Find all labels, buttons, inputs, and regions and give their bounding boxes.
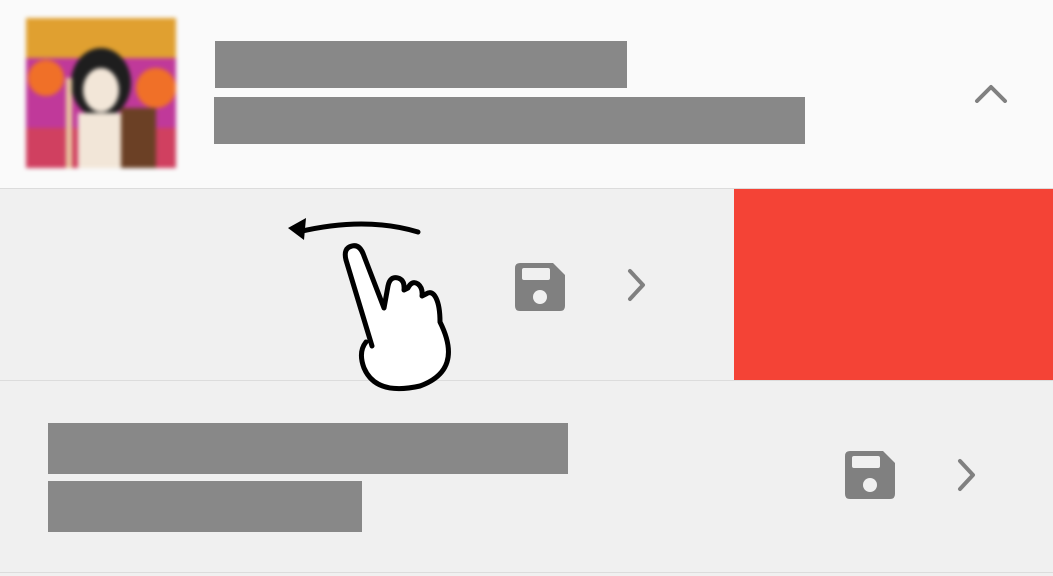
album-art-image — [26, 18, 176, 168]
list-item[interactable] — [0, 381, 1053, 573]
swipe-delete-action[interactable] — [734, 189, 1053, 380]
album-art-thumbnail[interactable] — [26, 18, 176, 168]
collapse-button[interactable] — [966, 70, 1016, 116]
header-subtitle — [214, 97, 805, 144]
header-title — [215, 41, 627, 88]
chevron-right-icon — [958, 459, 975, 491]
media-header — [0, 0, 1053, 189]
save-button[interactable] — [508, 259, 572, 315]
open-button[interactable] — [948, 453, 984, 497]
chevron-up-icon — [975, 85, 1007, 103]
floppy-disk-icon — [845, 451, 895, 499]
save-button[interactable] — [838, 447, 902, 503]
item-title — [48, 423, 568, 474]
floppy-disk-icon — [515, 263, 565, 311]
open-button[interactable] — [618, 263, 654, 307]
chevron-right-icon — [628, 269, 645, 301]
list-item-swiped[interactable] — [0, 189, 1053, 381]
item-subtitle — [48, 481, 362, 532]
screen — [0, 0, 1053, 576]
